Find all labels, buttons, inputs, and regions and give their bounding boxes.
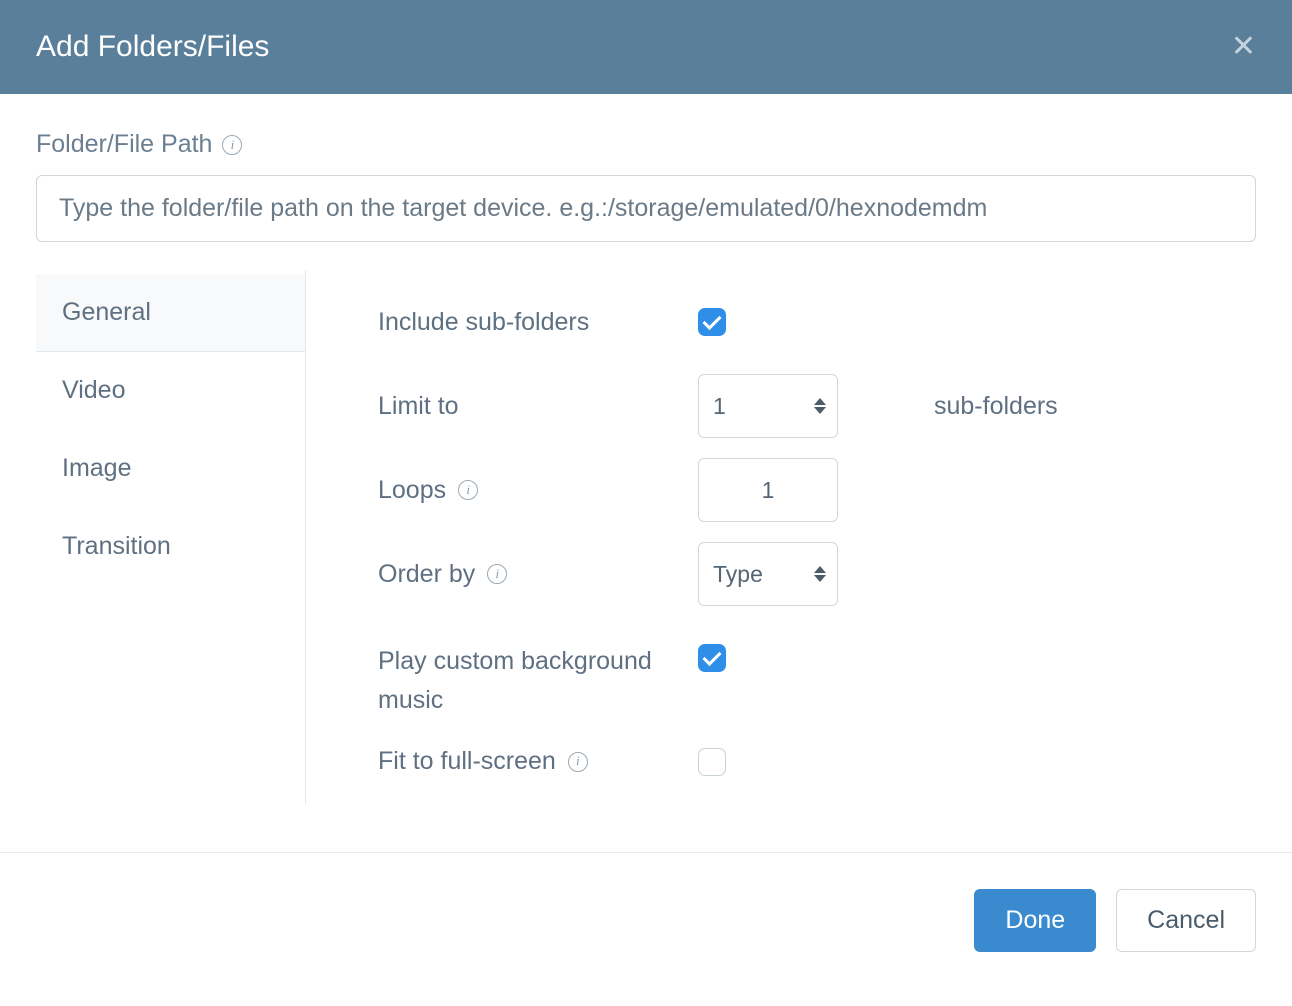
fit-fullscreen-label: Fit to full-screen bbox=[378, 742, 556, 781]
loops-label: Loops bbox=[378, 471, 446, 510]
dialog-body: Folder/File Path i General Video Image T… bbox=[0, 94, 1292, 852]
add-folders-files-dialog: Add Folders/Files ✕ Folder/File Path i G… bbox=[0, 0, 1292, 988]
loops-input[interactable] bbox=[698, 458, 838, 522]
dialog-header: Add Folders/Files ✕ bbox=[0, 0, 1292, 94]
order-by-select-wrap: Type bbox=[698, 542, 838, 606]
cancel-button[interactable]: Cancel bbox=[1116, 889, 1256, 952]
include-subfolders-checkbox[interactable] bbox=[698, 308, 726, 336]
order-by-select[interactable]: Type bbox=[698, 542, 838, 606]
done-button[interactable]: Done bbox=[974, 889, 1096, 952]
include-subfolders-label: Include sub-folders bbox=[378, 303, 589, 342]
path-input[interactable] bbox=[36, 175, 1256, 242]
info-icon[interactable]: i bbox=[568, 752, 588, 772]
dialog-title: Add Folders/Files bbox=[36, 30, 269, 64]
close-icon[interactable]: ✕ bbox=[1231, 32, 1256, 62]
play-music-checkbox[interactable] bbox=[698, 644, 726, 672]
limit-to-suffix: sub-folders bbox=[898, 392, 1058, 421]
sidebar-item-image[interactable]: Image bbox=[36, 430, 305, 508]
path-label-row: Folder/File Path i bbox=[36, 130, 1256, 159]
path-label: Folder/File Path bbox=[36, 130, 212, 159]
order-by-label: Order by bbox=[378, 555, 475, 594]
info-icon[interactable]: i bbox=[222, 135, 242, 155]
row-play-music: Play custom background music bbox=[378, 634, 1256, 720]
general-panel: Include sub-folders Limit to 1 bbox=[306, 270, 1256, 804]
sidebar-item-video[interactable]: Video bbox=[36, 352, 305, 430]
play-music-label: Play custom background music bbox=[378, 642, 698, 720]
info-icon[interactable]: i bbox=[487, 564, 507, 584]
content-area: General Video Image Transition Include s… bbox=[36, 270, 1256, 804]
row-limit-to: Limit to 1 sub-folders bbox=[378, 364, 1256, 448]
dialog-footer: Done Cancel bbox=[0, 852, 1292, 988]
sidebar-item-transition[interactable]: Transition bbox=[36, 508, 305, 586]
settings-sidebar: General Video Image Transition bbox=[36, 270, 306, 804]
sidebar-item-general[interactable]: General bbox=[36, 274, 305, 352]
fit-fullscreen-checkbox[interactable] bbox=[698, 748, 726, 776]
limit-to-select[interactable]: 1 bbox=[698, 374, 838, 438]
info-icon[interactable]: i bbox=[458, 480, 478, 500]
row-fit-fullscreen: Fit to full-screen i bbox=[378, 720, 1256, 804]
row-include-subfolders: Include sub-folders bbox=[378, 280, 1256, 364]
row-loops: Loops i bbox=[378, 448, 1256, 532]
row-order-by: Order by i Type bbox=[378, 532, 1256, 616]
limit-to-select-wrap: 1 bbox=[698, 374, 838, 438]
limit-to-label: Limit to bbox=[378, 387, 459, 426]
